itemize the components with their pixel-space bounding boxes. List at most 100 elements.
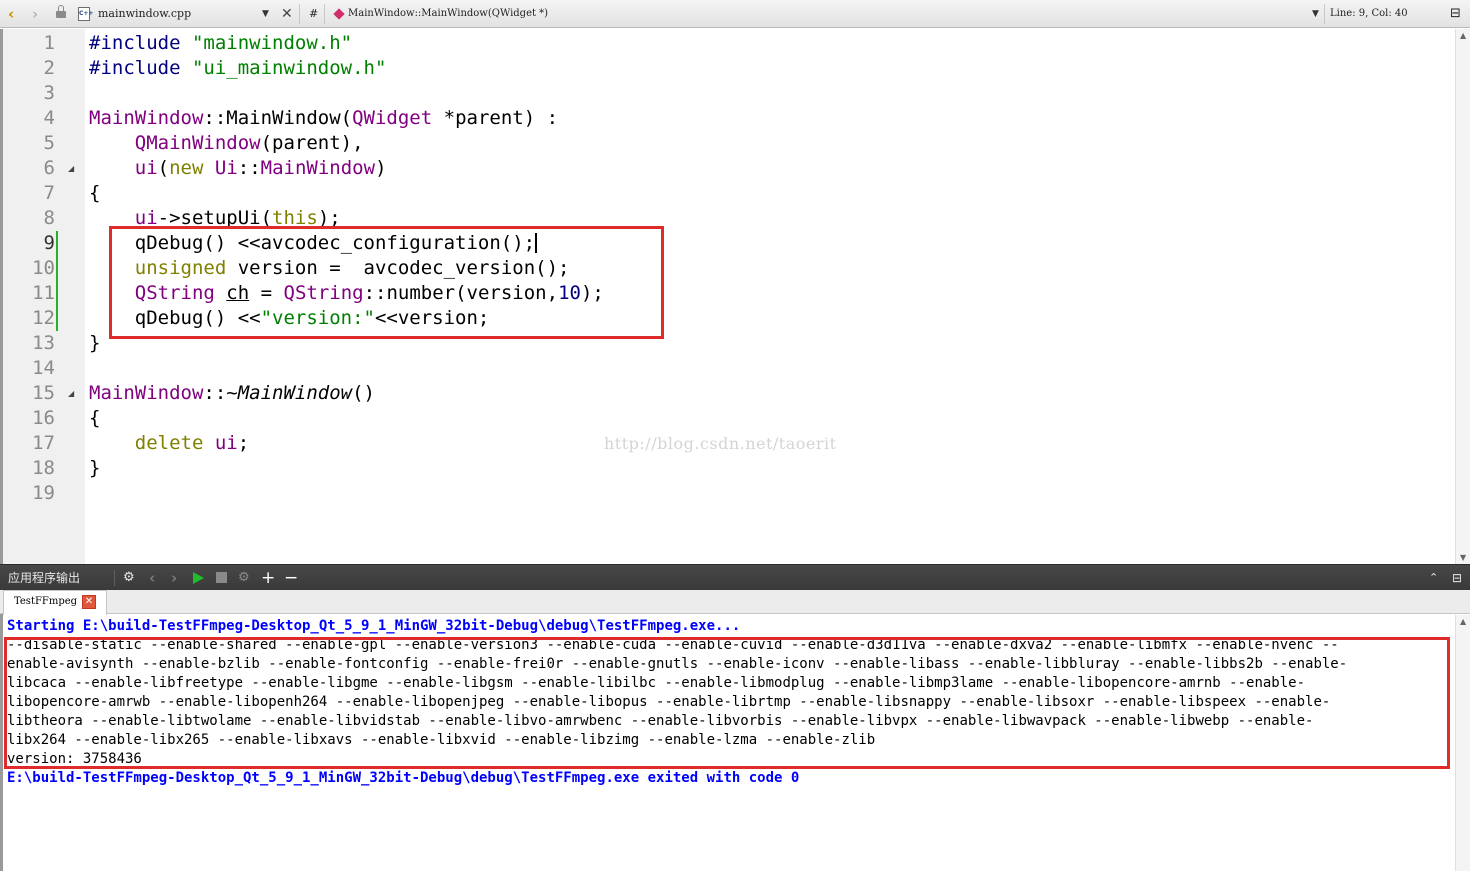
scroll-up-icon[interactable]: ▲	[1460, 31, 1466, 40]
attach-debugger-icon[interactable]: ⚙	[123, 565, 135, 591]
toolbar-divider	[324, 4, 325, 24]
code-line[interactable]: delete ui;	[89, 431, 249, 456]
close-document-icon[interactable]: ✕	[281, 0, 293, 28]
editor-scrollbar[interactable]: ▲ ▼	[1455, 29, 1470, 564]
watermark: http://blog.csdn.net/taoerit	[604, 434, 837, 453]
code-token: }	[89, 332, 101, 354]
code-token: MainWindow	[89, 382, 204, 404]
output-tab-bar: TestFFmpeg ✕	[0, 590, 1470, 615]
close-pane-icon[interactable]: ⊟	[1452, 565, 1462, 591]
line-number: 15	[32, 382, 55, 404]
code-token: "mainwindow.h"	[191, 32, 353, 54]
hash-symbol: #	[309, 7, 319, 20]
code-token: (	[157, 157, 170, 179]
change-marker	[56, 231, 58, 256]
code-token: MainWindow	[237, 382, 353, 404]
forward-arrow-icon[interactable]: ›	[32, 0, 38, 28]
scroll-up-icon[interactable]: ▲	[1460, 617, 1466, 626]
code-token: #include	[89, 32, 192, 54]
cpp-file-icon: C++	[78, 7, 93, 21]
line-number: 11	[32, 282, 55, 304]
code-token: ui	[134, 157, 158, 179]
code-line[interactable]: }	[89, 456, 100, 481]
code-line[interactable]: {	[89, 181, 100, 206]
code-token: Ui	[214, 157, 238, 179]
code-token: ::	[237, 157, 261, 179]
line-number: 6	[43, 157, 55, 179]
previous-item-icon[interactable]: ‹	[149, 565, 155, 591]
fold-marker-icon[interactable]: ◢	[68, 156, 74, 181]
stop-icon[interactable]	[216, 572, 227, 583]
lock-icon[interactable]	[56, 5, 66, 20]
chevron-down-icon[interactable]: ▼	[262, 0, 269, 28]
annotation-box-output	[4, 637, 1450, 769]
annotation-box-code	[109, 226, 664, 339]
cursor-position[interactable]: Line: 9, Col: 40	[1330, 0, 1408, 28]
symbol-combo[interactable]: MainWindow::MainWindow(QWidget *)	[348, 0, 548, 28]
line-number: 4	[43, 107, 55, 129]
line-number: 14	[32, 357, 55, 379]
line-number: 17	[32, 432, 55, 454]
line-number: 12	[32, 307, 55, 329]
open-documents-combo[interactable]: mainwindow.cpp	[98, 0, 191, 28]
code-token: ()	[352, 382, 375, 404]
line-number: 3	[43, 82, 55, 104]
maximize-pane-icon[interactable]: ⌃	[1429, 565, 1438, 591]
line-number: 1	[43, 32, 55, 54]
chevron-down-icon[interactable]: ▼	[1312, 0, 1319, 28]
next-item-icon[interactable]: ›	[171, 565, 177, 591]
fold-marker-icon[interactable]: ◢	[68, 381, 74, 406]
code-line[interactable]: #include "mainwindow.h"	[89, 31, 352, 56]
line-number: 8	[43, 207, 55, 229]
function-symbol-icon	[333, 8, 345, 20]
toolbar-divider	[299, 4, 300, 24]
output-line: E:\build-TestFFmpeg-Desktop_Qt_5_9_1_Min…	[7, 770, 800, 786]
code-token: MainWindow	[260, 157, 376, 179]
split-editor-icon[interactable]: ⊟	[1450, 0, 1461, 28]
line-number: 7	[43, 182, 55, 204]
code-line[interactable]: QMainWindow(parent),	[89, 131, 364, 156]
line-number: 2	[43, 57, 55, 79]
output-pane-title: 应用程序输出	[8, 571, 81, 585]
code-token: QMainWindow	[134, 132, 261, 154]
code-line[interactable]: MainWindow::MainWindow(QWidget *parent) …	[89, 106, 558, 131]
code-line[interactable]: {	[89, 406, 100, 431]
code-token: ui	[214, 432, 238, 454]
zoom-in-icon[interactable]: +	[261, 565, 275, 591]
line-number: 19	[32, 482, 55, 504]
close-tab-icon[interactable]: ✕	[82, 595, 96, 609]
toolbar-divider	[1324, 4, 1325, 24]
back-arrow-icon[interactable]: ‹	[8, 0, 14, 28]
scroll-down-icon[interactable]: ▼	[1460, 553, 1466, 562]
code-line[interactable]: ui(new Ui::MainWindow)	[89, 156, 387, 181]
code-token: ::~	[203, 382, 238, 404]
code-token: new	[169, 157, 204, 179]
attach-debug-icon[interactable]: ⚙	[238, 565, 250, 591]
tab-testffmpeg[interactable]: TestFFmpeg ✕	[3, 590, 107, 615]
code-line[interactable]: #include "ui_mainwindow.h"	[89, 56, 386, 81]
rerun-icon[interactable]	[193, 572, 204, 584]
change-marker	[56, 256, 58, 281]
line-number: 10	[32, 257, 55, 279]
change-marker	[56, 281, 58, 306]
code-token: )	[375, 157, 387, 179]
code-token: {	[89, 182, 101, 204]
code-token: MainWindow	[89, 107, 204, 129]
code-token: #include	[89, 57, 192, 79]
line-number: 18	[32, 457, 55, 479]
code-line[interactable]: }	[89, 331, 100, 356]
code-token: "ui_mainwindow.h"	[191, 57, 387, 79]
change-marker	[56, 306, 58, 331]
zoom-out-icon[interactable]: −	[284, 565, 298, 591]
code-line[interactable]: MainWindow::~MainWindow()	[89, 381, 375, 406]
code-token: *parent) :	[432, 107, 559, 129]
code-token: delete	[134, 432, 204, 454]
editor-toolbar: ‹ › C++ mainwindow.cpp ▼ ✕ # MainWindow:…	[0, 0, 1470, 28]
output-scrollbar[interactable]: ▲	[1455, 615, 1470, 871]
line-number: 16	[32, 407, 55, 429]
